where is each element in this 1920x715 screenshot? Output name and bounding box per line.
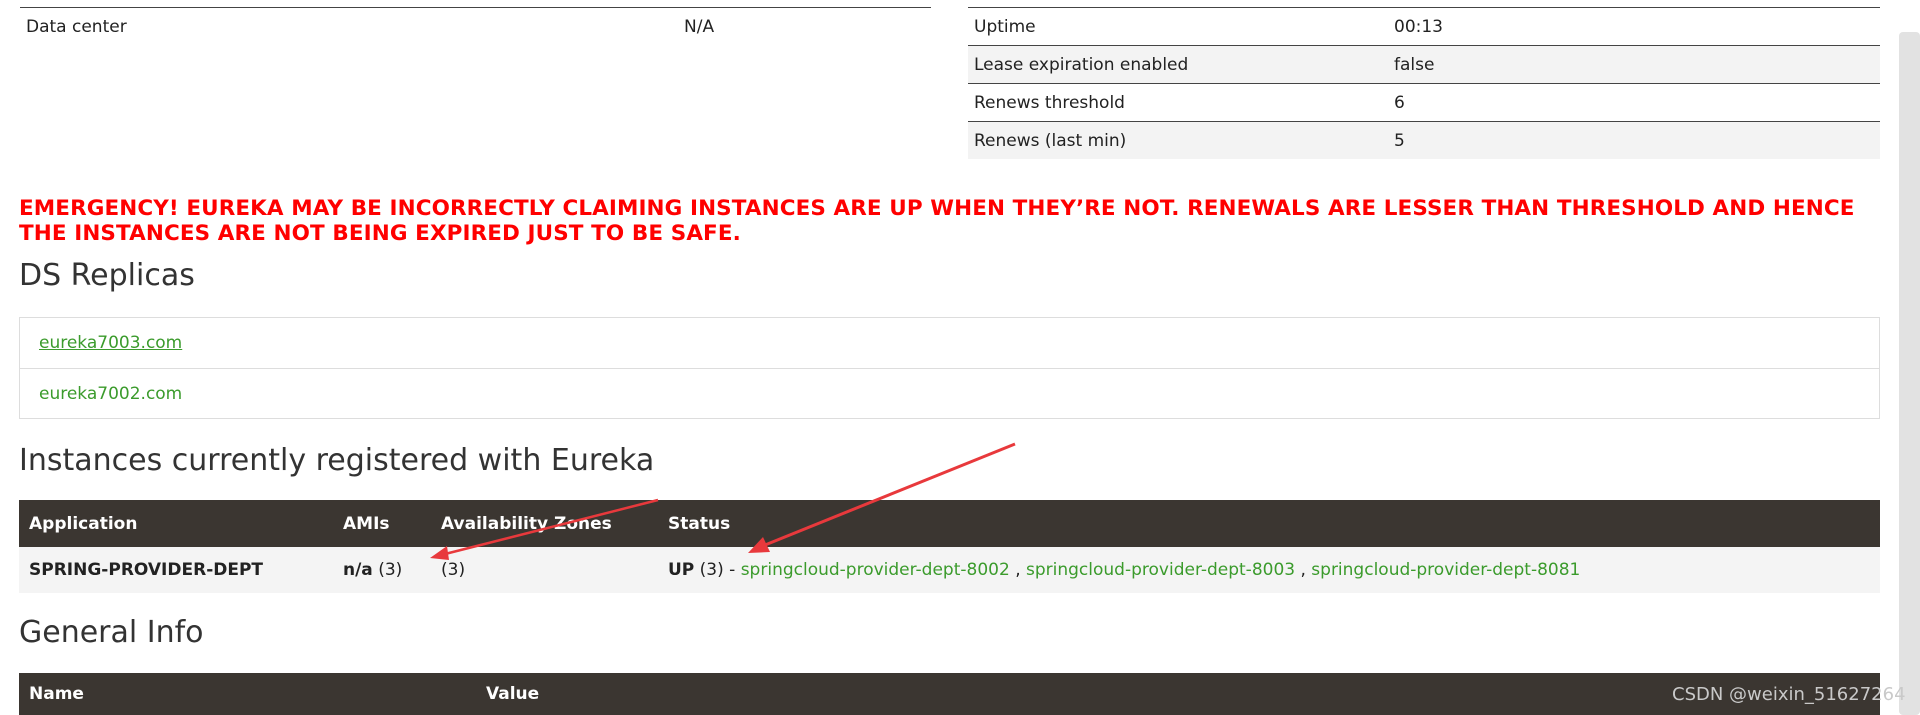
eureka-dashboard: Data center N/A Uptime 00:13 Lease expir…: [0, 0, 1920, 715]
arrow-to-amis: [430, 498, 659, 560]
annotation-arrows: [430, 442, 1016, 560]
arrow-to-status: [748, 442, 1016, 553]
csdn-watermark: CSDN @weixin_51627264: [1672, 684, 1906, 705]
vertical-scrollbar[interactable]: [1899, 32, 1920, 715]
